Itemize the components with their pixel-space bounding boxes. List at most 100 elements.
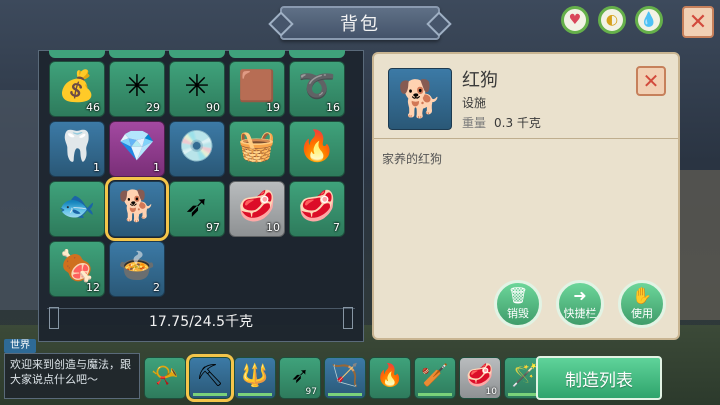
rope-icon: ➰ — [298, 68, 336, 104]
gold-ore-icon: 💰 — [58, 68, 96, 104]
inventory-slot[interactable]: 🥩 7 — [289, 181, 345, 237]
detail-close-button[interactable]: ✕ — [636, 66, 666, 96]
cooked-meat-icon: 🍖 — [58, 248, 96, 284]
trash-icon: 🗑 — [507, 286, 529, 305]
divider — [374, 138, 678, 139]
inventory-slot[interactable]: 🧺 — [229, 121, 285, 177]
blue-crystal-icon: 💎 — [118, 128, 156, 164]
durability-bar — [418, 393, 452, 396]
item-quantity: 10 — [266, 221, 280, 234]
hotbar-slot[interactable]: 🔱 — [234, 357, 276, 399]
inventory-slot[interactable]: ➶ 97 — [169, 181, 225, 237]
item-quantity: 16 — [326, 101, 340, 114]
stone-disc-icon: 💿 — [178, 128, 216, 164]
inventory-slot[interactable]: ✳ 29 — [109, 61, 165, 117]
scrolled-row — [49, 50, 345, 58]
item-description: 家养的红狗 — [382, 152, 443, 166]
water-button[interactable]: 💧 — [635, 6, 663, 34]
use-button[interactable]: ✋ 使用 — [618, 280, 666, 328]
inventory-slot[interactable]: 💎 1 — [109, 121, 165, 177]
hotbar-slot[interactable]: ➶ 97 — [279, 357, 321, 399]
hotbar-slot[interactable]: 🏏 — [414, 357, 456, 399]
item-quantity: 7 — [333, 221, 340, 234]
spear-icon: 🔱 — [241, 363, 269, 389]
destroy-label: 销毁 — [507, 307, 529, 320]
quickbar-button[interactable]: ➜ 快捷栏 — [556, 280, 604, 328]
inventory-slot[interactable]: 🔥 — [289, 121, 345, 177]
hotbar-slot[interactable]: 🏹 — [324, 357, 366, 399]
close-icon: ✕ — [642, 69, 660, 93]
item-quantity: 97 — [206, 221, 220, 234]
item-quantity: 46 — [86, 101, 100, 114]
inventory-slot[interactable]: ✳ 90 — [169, 61, 225, 117]
item-weight-label: 重量 — [462, 116, 487, 130]
item-quantity: 1 — [153, 161, 160, 174]
inventory-slot[interactable]: 🍖 12 — [49, 241, 105, 297]
chat-channel-tag[interactable]: 世界 — [4, 339, 36, 353]
destroy-button[interactable]: 🗑 销毁 — [494, 280, 542, 328]
item-quantity: 1 — [93, 161, 100, 174]
inventory-footer: 17.75/24.5千克 — [47, 307, 355, 337]
chat-box[interactable]: 欢迎来到创造与魔法，跟大家说点什么吧～ — [4, 353, 140, 399]
inventory-grid: 💰 46 ✳ 29 ✳ 90 🟫 19 ➰ 16 🦷 1 💎 1 💿 🧺 🔥 🐟 🐕 ➶ 97 🥩 10 🥩 7 🍖 12 🍲 2 — [49, 61, 345, 297]
arrows-icon: ➶ — [184, 188, 210, 224]
durability-bar — [328, 393, 362, 396]
raw-meat-icon: 🥩 — [238, 188, 276, 224]
inventory-slot[interactable]: 🐕 — [105, 177, 169, 241]
fish-fillet-icon: 🐟 — [58, 188, 96, 224]
inventory-slot[interactable]: 🥩 10 — [229, 181, 285, 237]
item-quantity: 10 — [485, 387, 497, 397]
inventory-panel: 💰 46 ✳ 29 ✳ 90 🟫 19 ➰ 16 🦷 1 💎 1 💿 🧺 🔥 🐟 🐕 ➶ 97 🥩 10 🥩 7 🍖 12 🍲 2 17… — [38, 50, 364, 342]
inventory-slot[interactable]: ➰ 16 — [289, 61, 345, 117]
arrows-icon: ➶ — [290, 363, 310, 389]
background-structure — [680, 170, 720, 320]
item-weight-value: 0.3 千克 — [494, 116, 541, 130]
hotbar-slot[interactable]: 🥩 10 — [459, 357, 501, 399]
inventory-slot[interactable]: 🦷 1 — [49, 121, 105, 177]
quickbar-label: 快捷栏 — [563, 307, 597, 320]
scroll-right-marker — [343, 307, 353, 329]
pickaxe-icon: ⛏ — [196, 363, 224, 389]
item-detail-panel: 🐕 红狗 设施 重量 0.3 千克 ✕ 家养的红狗 🗑 销毁 ➜ 快捷栏 ✋ 使… — [372, 52, 680, 340]
food-icon: ◐ — [605, 12, 619, 28]
pet-cage-icon: 🧺 — [238, 128, 276, 164]
inventory-slot[interactable]: 🟫 19 — [229, 61, 285, 117]
weight-capacity: 17.75/24.5千克 — [149, 314, 253, 330]
club-icon: 🏏 — [421, 363, 449, 389]
item-quantity: 19 — [266, 101, 280, 114]
item-type: 设施 — [462, 96, 487, 110]
health-button[interactable]: ♥ — [561, 6, 589, 34]
item-quantity: 12 — [86, 281, 100, 294]
craft-list-button[interactable]: 制造列表 — [536, 356, 662, 400]
campfire-icon: 🔥 — [376, 363, 404, 389]
horn-icon: 🦷 — [58, 128, 96, 164]
inventory-slot[interactable]: 💿 — [169, 121, 225, 177]
inventory-slot[interactable]: 🐟 — [49, 181, 105, 237]
hand-icon: ✋ — [632, 286, 652, 305]
heart-icon: ♥ — [568, 12, 582, 28]
durability-bar — [238, 393, 272, 396]
green-rune-icon: ✳ — [184, 68, 210, 104]
close-button[interactable]: ✕ — [682, 6, 714, 38]
inventory-slot[interactable]: 🍲 2 — [109, 241, 165, 297]
campfire-icon: 🔥 — [298, 128, 336, 164]
item-quantity: 2 — [153, 281, 160, 294]
hotbar: 📯 ⛏ 🔱 ➶ 97 🏹 🔥 🏏 🥩 10 🪄 — [144, 354, 546, 402]
hotbar-slot[interactable]: 📯 — [144, 357, 186, 399]
horn-trumpet-icon: 📯 — [151, 363, 179, 389]
item-quantity: 29 — [146, 101, 160, 114]
leather-hide-icon: 🟫 — [238, 68, 276, 104]
magic-staff-icon: 🪄 — [511, 363, 539, 389]
hunger-button[interactable]: ◐ — [598, 6, 626, 34]
inventory-slot[interactable]: 💰 46 — [49, 61, 105, 117]
durability-bar — [193, 393, 227, 396]
bow-icon: 🏹 — [331, 363, 359, 389]
hotbar-slot[interactable]: 🔥 — [369, 357, 411, 399]
dog-icon: 🐕 — [397, 79, 443, 120]
raw-meat-icon: 🥩 — [298, 188, 336, 224]
arrow-icon: ➜ — [573, 286, 587, 305]
water-drop-icon: 💧 — [640, 12, 658, 28]
close-icon: ✕ — [688, 9, 708, 35]
item-quantity: 90 — [206, 101, 220, 114]
hotbar-slot[interactable]: ⛏ — [186, 354, 234, 402]
